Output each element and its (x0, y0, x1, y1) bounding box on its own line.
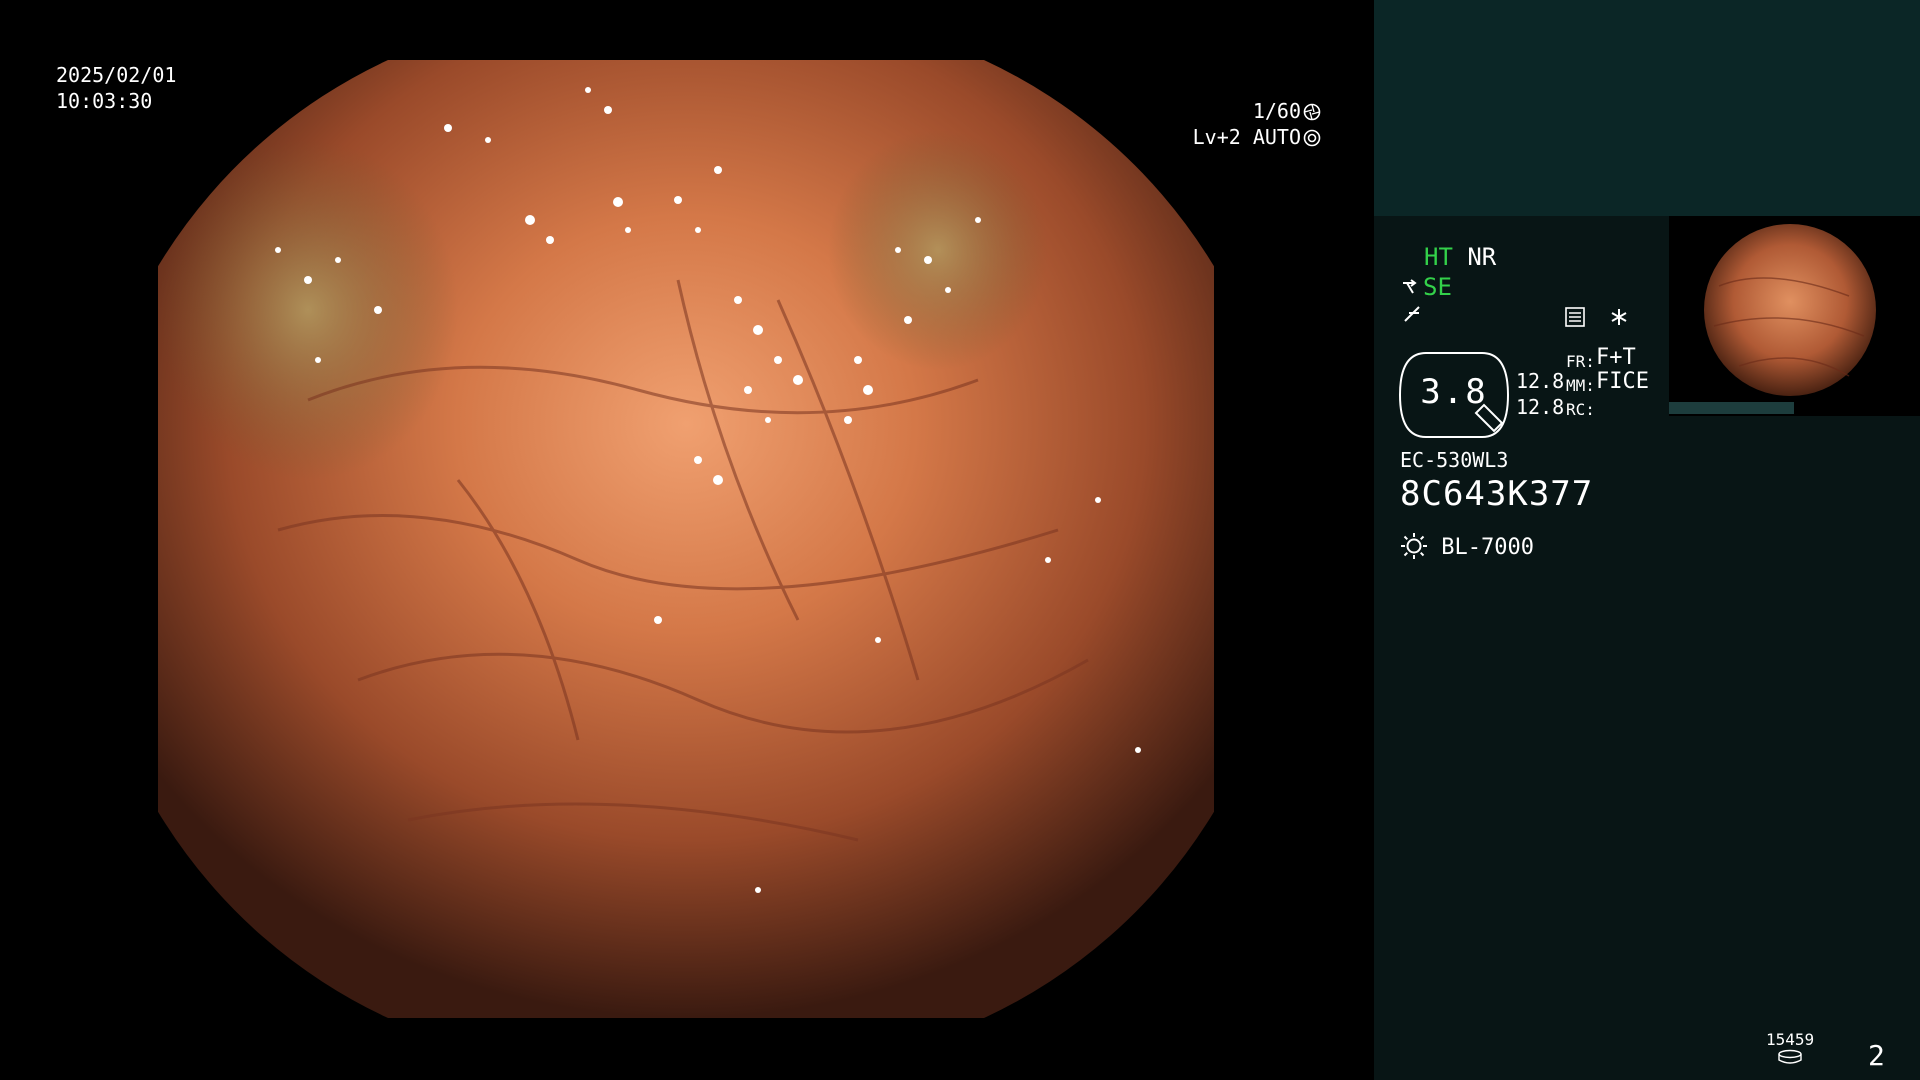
level-row: Lv+2 AUTO (1193, 124, 1321, 150)
counter-text: 15459 (1766, 1030, 1815, 1049)
thumbnail-preview[interactable] (1669, 216, 1920, 416)
number-1: 12.8 (1516, 369, 1565, 393)
rc-label: RC: (1566, 400, 1595, 419)
status-panel: HT NR SE 3.8 12.8 12.8 FR: MM: RC: F+T F… (1374, 0, 1920, 1080)
f-curve-row (1401, 302, 1423, 332)
menu-list-icon (1565, 307, 1585, 327)
nr-indicator: NR (1467, 243, 1497, 271)
datetime-overlay: 2025/02/01 10:03:30 (56, 62, 176, 114)
panel-header-area (1374, 0, 1920, 216)
ht-nr-row: HT NR (1424, 242, 1496, 272)
aperture-icon (1303, 103, 1321, 121)
scope-model: EC-530WL3 (1400, 448, 1509, 472)
mm-label: MM: (1566, 376, 1595, 395)
number-column: 12.8 12.8 (1516, 368, 1564, 420)
iris-icon (1303, 129, 1321, 147)
endoscope-image (158, 60, 1214, 1018)
light-source-icon (1401, 533, 1427, 559)
date-text: 2025/02/01 (56, 63, 177, 87)
light-source-text: BL-7000 (1441, 535, 1534, 560)
scope-tip-icon (1403, 279, 1417, 294)
disk-icon (1778, 1049, 1802, 1064)
level-text: Lv+2 AUTO (1192, 125, 1301, 149)
se-indicator: SE (1423, 273, 1452, 301)
exposure-overlay: 1/60 Lv+2 AUTO (1193, 98, 1321, 150)
endoscope-view (158, 60, 1214, 1018)
image-counter: 15459 (1766, 1031, 1814, 1069)
light-source-row: BL-7000 (1400, 532, 1534, 563)
time-text: 10:03:30 (56, 89, 153, 113)
thumbnail-image (1704, 224, 1876, 396)
fr-label: FR: (1566, 352, 1595, 371)
mode-values: F+T FICE (1596, 346, 1649, 394)
thumbnail-progress-bar (1669, 402, 1794, 414)
mm-value: FICE (1596, 369, 1649, 394)
ht-indicator: HT (1424, 243, 1453, 271)
shutter-text: 1/60 (1252, 99, 1301, 123)
se-row: SE (1401, 272, 1452, 302)
param-value: 3.8 (1420, 372, 1488, 412)
fr-value: F+T (1596, 345, 1636, 370)
menu-row (1564, 306, 1630, 332)
asterisk-icon (1611, 309, 1627, 325)
mode-labels: FR: MM: RC: (1566, 350, 1595, 422)
scope-serial: 8C643K377 (1400, 474, 1594, 514)
shutter-row: 1/60 (1193, 98, 1321, 124)
f-curve-icon (1404, 306, 1420, 322)
page-number: 2 (1868, 1039, 1885, 1072)
number-2: 12.8 (1516, 395, 1565, 419)
